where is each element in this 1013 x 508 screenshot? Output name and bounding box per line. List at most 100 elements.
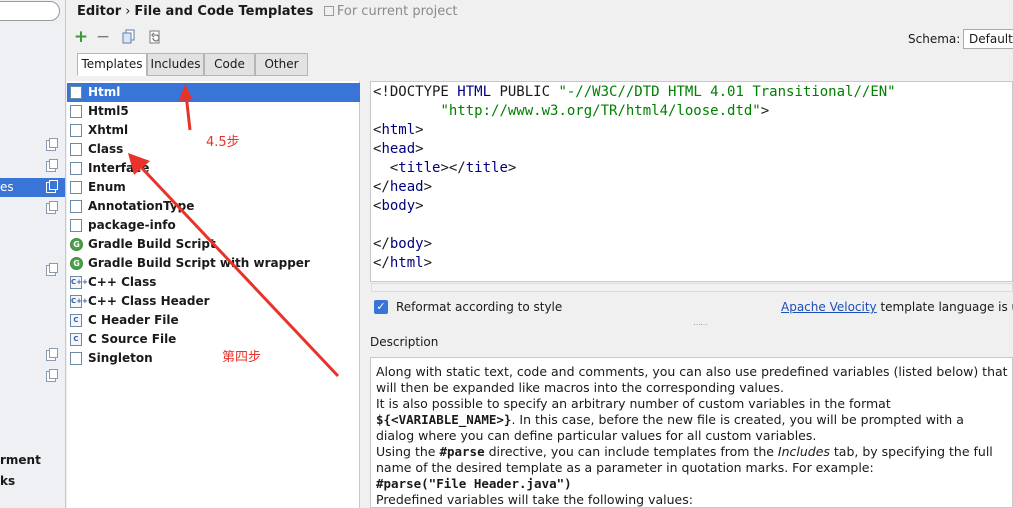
template-item[interactable]: G Gradle Build Script [67,235,360,254]
sidebar-item-environment[interactable]: rment [0,453,41,467]
template-item[interactable]: Singleton [67,349,360,368]
velocity-note: Apache Velocity template language is us [781,300,1013,314]
c-file-icon: C [70,314,82,327]
cpp-file-icon: C++ [70,295,88,308]
settings-search-input[interactable] [0,1,60,21]
project-scope-icon [46,159,58,172]
add-template-button[interactable]: + [72,29,90,47]
code-line: <html> [373,122,424,138]
description-text: Using the [376,444,440,459]
parse-directive-code: #parse [439,444,485,459]
template-item[interactable]: Html5 [67,102,360,121]
tab-code[interactable]: Code [204,53,255,76]
breadcrumb-editor[interactable]: Editor [77,4,121,19]
template-item[interactable]: Interface [67,159,360,178]
code-line: </html> [373,255,433,271]
copy-template-button[interactable] [120,29,138,47]
template-item-label: Enum [88,180,126,194]
description-text: Using the #parse directive, you can incl… [376,444,1012,460]
tab-other[interactable]: Other [255,53,308,76]
project-scope-icon [46,138,58,151]
velocity-suffix: template language is us [876,300,1013,314]
parse-example-code: #parse("File Header.java") [376,476,572,491]
scope-label: For current project [336,4,458,19]
template-item-label: package-info [88,218,176,232]
breadcrumb: Editor › File and Code Templates For curre… [77,4,457,19]
settings-sidebar: es rment ks [0,0,66,508]
tab-templates[interactable]: Templates [77,53,147,76]
description-text: ${<VARIABLE_NAME>}. In this case, before… [376,412,1012,428]
reset-template-button[interactable] [146,29,164,47]
description-text: Predefined variables will take the follo… [376,492,693,507]
template-item-label: Html [88,85,121,99]
description-panel: Along with static text, code and comment… [370,357,1013,508]
description-title: Description [370,335,439,349]
code-line: <head> [373,141,424,157]
project-scope-icon [323,6,334,16]
code-line: <body> [373,198,424,214]
template-item[interactable]: G Gradle Build Script with wrapper [67,254,360,273]
editor-horizontal-scrollbar[interactable] [371,283,1013,292]
description-text: It is also possible to specify an arbitr… [376,396,891,411]
java-file-icon [70,352,82,365]
reformat-checkbox[interactable]: ✓ [374,300,388,314]
sidebar-item-file-and-code-templates[interactable]: es [0,178,65,197]
template-item[interactable]: C C Source File [67,330,360,349]
description-text: dialog where you can define particular v… [376,428,817,443]
template-item[interactable]: package-info [67,216,360,235]
description-text: tab, by specifying the full [829,444,993,459]
remove-template-button[interactable]: − [94,29,112,47]
project-scope-icon [46,180,58,193]
gradle-icon: G [70,238,83,251]
code-line: </body> [373,236,433,252]
step-annotation: 4.5步 [206,135,240,150]
template-item[interactable]: Html [67,83,360,102]
gradle-icon: G [70,257,83,270]
sidebar-item-label: es [0,180,14,194]
java-file-icon [70,200,82,213]
splitter-handle[interactable]: ⋯⋯ [693,320,708,329]
includes-emphasis: Includes [777,444,830,459]
code-line: <title></title> [373,160,517,176]
template-item-label: Xhtml [88,123,129,137]
page-title: File and Code Templates [134,4,314,19]
template-item-label: Gradle Build Script [88,237,216,251]
template-item[interactable]: C++ C++ Class Header [67,292,360,311]
java-file-icon [70,219,82,232]
java-file-icon [70,181,82,194]
java-file-icon [70,143,82,156]
template-item[interactable]: C C Header File [67,311,360,330]
project-scope-icon [46,348,58,361]
template-item-label: C Source File [88,332,177,346]
template-code-editor[interactable]: <!DOCTYPE HTML PUBLIC "-//W3C//DTD HTML … [370,81,1013,282]
java-file-icon [70,162,82,175]
schema-dropdown[interactable]: Default [963,29,1013,49]
template-item[interactable]: C++ C++ Class [67,273,360,292]
template-item[interactable]: Enum [67,178,360,197]
template-item-label: C++ Class Header [88,294,210,308]
tab-includes[interactable]: Includes [147,53,204,76]
project-scope-icon [46,263,58,276]
apache-velocity-link[interactable]: Apache Velocity [781,300,877,314]
template-item-label: C Header File [88,313,179,327]
template-item-label: Class [88,142,124,156]
description-text: will then be expanded like macros into t… [376,380,784,395]
cpp-file-icon: C++ [70,276,88,289]
description-text: name of the desired template as a parame… [376,460,874,475]
c-file-icon: C [70,333,82,346]
html-file-icon [70,105,82,118]
reset-icon [149,30,160,44]
xhtml-file-icon [70,124,82,137]
description-text: Along with static text, code and comment… [376,364,1008,379]
variable-format-code: ${<VARIABLE_NAME>} [376,412,512,427]
template-item[interactable]: AnnotationType [67,197,360,216]
html-file-icon [70,86,82,99]
template-item-label: Html5 [88,104,129,118]
scope-note: For current project [323,4,458,19]
code-line: "http://www.w3.org/TR/html4/loose.dtd"> [440,103,770,119]
description-text: . In this case, before the new file is c… [511,412,964,427]
template-item-label: Gradle Build Script with wrapper [88,256,310,270]
sidebar-item-frameworks[interactable]: ks [0,474,15,488]
reformat-label: Reformat according to style [396,300,563,314]
description-text: directive, you can include templates fro… [484,444,778,459]
